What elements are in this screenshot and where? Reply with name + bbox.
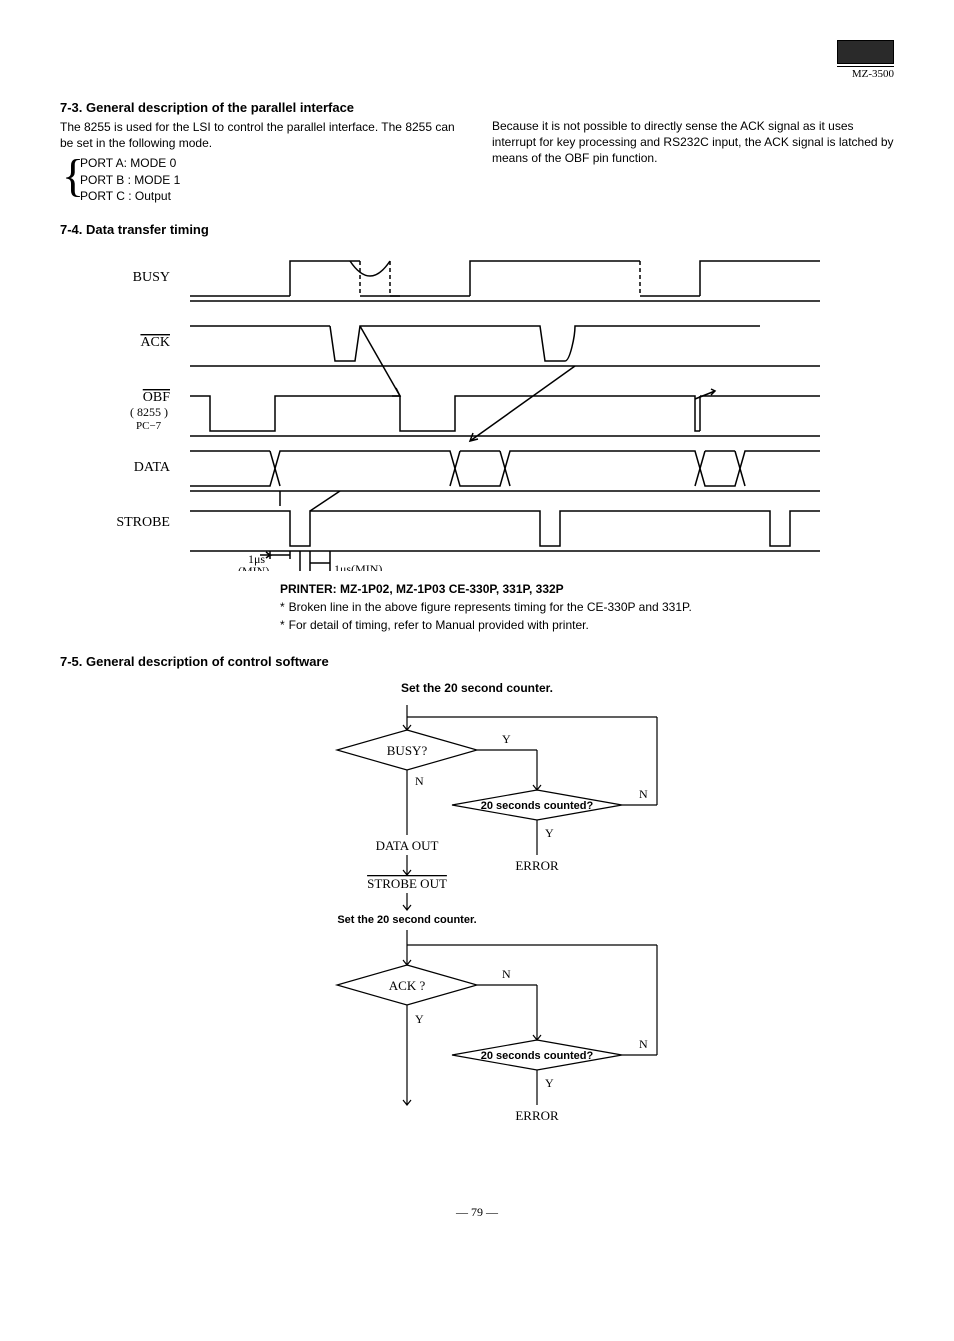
min-2: 1μs(MIN) [334,562,382,571]
timing-caption: PRINTER: MZ-1P02, MZ-1P03 CE-330P, 331P,… [280,581,700,634]
header-logo-row: MZ-3500 [60,40,894,80]
y-ack: Y [415,1012,424,1026]
min-1b: (MIN) [238,564,269,571]
heading-7-3: 7-3. General description of the parallel… [60,100,462,115]
label-obf-paren: ( 8255 ) [130,405,168,419]
strobe-out: STROBE OUT [367,876,447,891]
logo-label: MZ-3500 [837,66,894,80]
para-7-3-2: Because it is not possible to directly s… [492,118,894,167]
flowchart: BUSY? Y 20 seconds counted? N Y ERROR N … [227,705,727,1185]
para-7-3-1: The 8255 is used for the LSI to control … [60,119,462,151]
port-c: PORT C : Output [80,188,462,204]
y2: Y [545,826,554,840]
n1: N [639,787,648,801]
brace-icon: { [62,153,84,199]
logo-block: MZ-3500 [837,40,894,80]
flow-header-1: Set the 20 second counter. [60,681,894,695]
y1: Y [502,732,511,746]
heading-7-4: 7-4. Data transfer timing [60,222,894,237]
timing-diagram: BUSY ACK OBF ( 8255 ) PC−7 [100,251,840,571]
y3: Y [545,1076,554,1090]
label-obf-paren2: PC−7 [136,420,162,432]
caption-printer: PRINTER: MZ-1P02, MZ-1P03 CE-330P, 331P,… [280,581,700,597]
note-detail: For detail of timing, refer to Manual pr… [289,617,589,633]
label-busy: BUSY [133,270,170,285]
n-ack: N [502,967,511,981]
counted-q1: 20 seconds counted? [481,800,594,812]
error2: ERROR [515,1108,559,1123]
port-a: PORT A: MODE 0 [80,155,462,171]
n2: N [639,1037,648,1051]
set-counter-2: Set the 20 second counter. [337,914,476,926]
section-7-3: 7-3. General description of the parallel… [60,100,894,204]
counted-q2: 20 seconds counted? [481,1050,594,1062]
note-broken-line: Broken line in the above figure represen… [289,599,692,615]
port-b: PORT B : MODE 1 [80,172,462,188]
data-out: DATA OUT [376,838,439,853]
label-ack: ACK [140,335,170,350]
port-list: { PORT A: MODE 0 PORT B : MODE 1 PORT C … [60,155,462,204]
label-data: DATA [134,460,171,475]
error1: ERROR [515,858,559,873]
n-busy: N [415,774,424,788]
label-obf: OBF [143,390,170,405]
logo-rect [837,40,894,64]
page-number: — 79 — [60,1205,894,1220]
busy-q: BUSY? [387,743,428,758]
label-strobe: STROBE [116,515,170,530]
heading-7-5: 7-5. General description of control soft… [60,654,894,669]
ack-q: ACK ? [389,978,426,993]
